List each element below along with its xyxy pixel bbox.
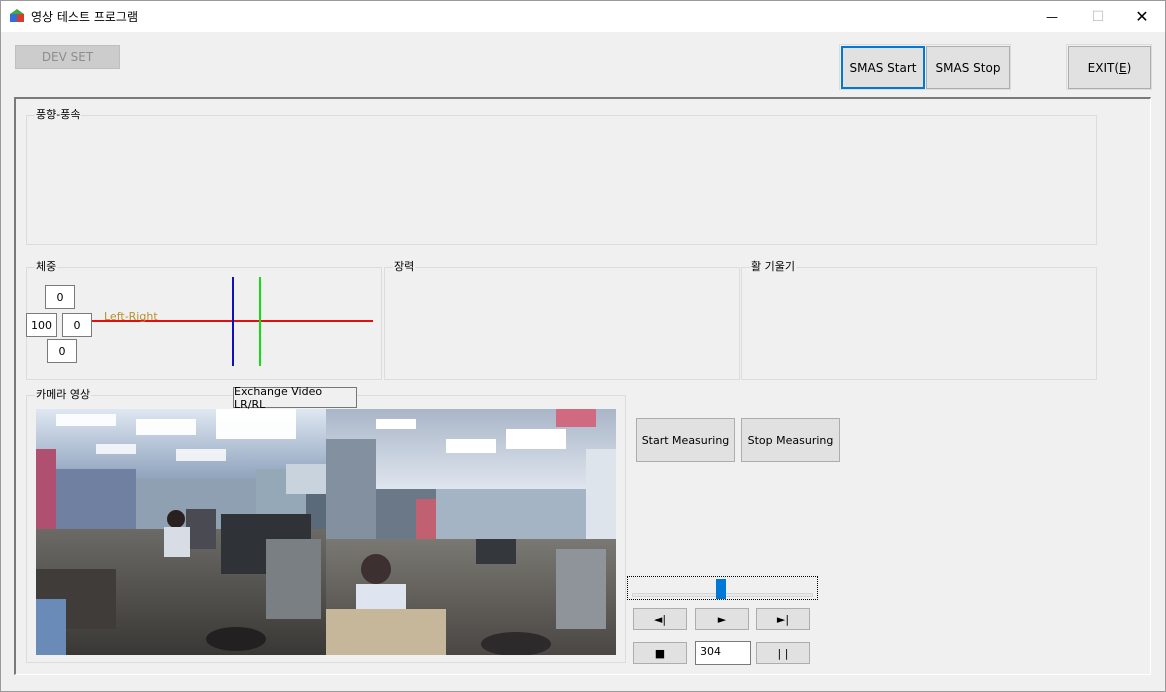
bow-tilt-group-label: 활 기울기 [750, 260, 796, 274]
camera-view-left[interactable] [36, 409, 326, 655]
pause-button[interactable]: | | [756, 642, 810, 664]
weight-middle-value[interactable]: 0 [62, 313, 92, 337]
exchange-video-tooltip[interactable]: Exchange Video LR/RL [233, 385, 357, 411]
stop-icon: ■ [654, 646, 666, 660]
close-button[interactable]: ✕ [1119, 1, 1165, 32]
wind-groupbox: 풍향-풍속 [26, 108, 1097, 245]
play-button[interactable]: ► [695, 608, 749, 630]
window-title: 영상 테스트 프로그램 [31, 10, 138, 24]
title-bar: 영상 테스트 프로그램 — ☐ ✕ [1, 1, 1165, 32]
camera-left-image [36, 409, 326, 655]
minimize-icon: — [1046, 9, 1058, 24]
frame-number-field[interactable]: 304 [695, 641, 751, 665]
exit-button[interactable]: EXIT(E) [1068, 46, 1151, 89]
app-icon [10, 9, 24, 22]
slider-thumb[interactable] [715, 579, 726, 599]
weight-top-value[interactable]: 0 [45, 285, 75, 309]
pause-icon: | | [777, 646, 789, 660]
play-icon: ► [717, 612, 727, 626]
stop-measuring-button[interactable]: Stop Measuring [741, 418, 840, 462]
maximize-button[interactable]: ☐ [1075, 1, 1121, 32]
playback-slider[interactable] [627, 576, 818, 600]
next-frame-icon: ►| [776, 612, 790, 626]
camera-view-right[interactable] [326, 409, 616, 655]
close-icon: ✕ [1135, 7, 1149, 26]
weight-bottom-value[interactable]: 0 [47, 339, 77, 363]
tension-groupbox: 장력 [384, 260, 740, 380]
camera-right-image [326, 409, 616, 655]
tension-group-label: 장력 [393, 260, 416, 274]
start-measuring-button[interactable]: Start Measuring [636, 418, 735, 462]
next-frame-button[interactable]: ►| [756, 608, 810, 630]
app-window: 영상 테스트 프로그램 — ☐ ✕ DEV SET SMAS Start SMA… [0, 0, 1166, 692]
dev-set-button[interactable]: DEV SET [15, 45, 120, 69]
smas-stop-button[interactable]: SMAS Stop [926, 46, 1010, 89]
weight-left-value[interactable]: 100 [26, 313, 57, 337]
weight-overlay-label: Left-Right [104, 310, 158, 323]
prev-frame-button[interactable]: ◄| [633, 608, 687, 630]
smas-start-button[interactable]: SMAS Start [841, 46, 925, 89]
camera-group-label: 카메라 영상 [35, 388, 92, 402]
stop-button[interactable]: ■ [633, 642, 687, 664]
minimize-button[interactable]: — [1029, 1, 1075, 32]
wind-group-label: 풍향-풍속 [35, 108, 82, 122]
bow-tilt-groupbox: 활 기울기 [741, 260, 1097, 380]
prev-frame-icon: ◄| [653, 612, 667, 626]
maximize-icon: ☐ [1091, 8, 1105, 25]
